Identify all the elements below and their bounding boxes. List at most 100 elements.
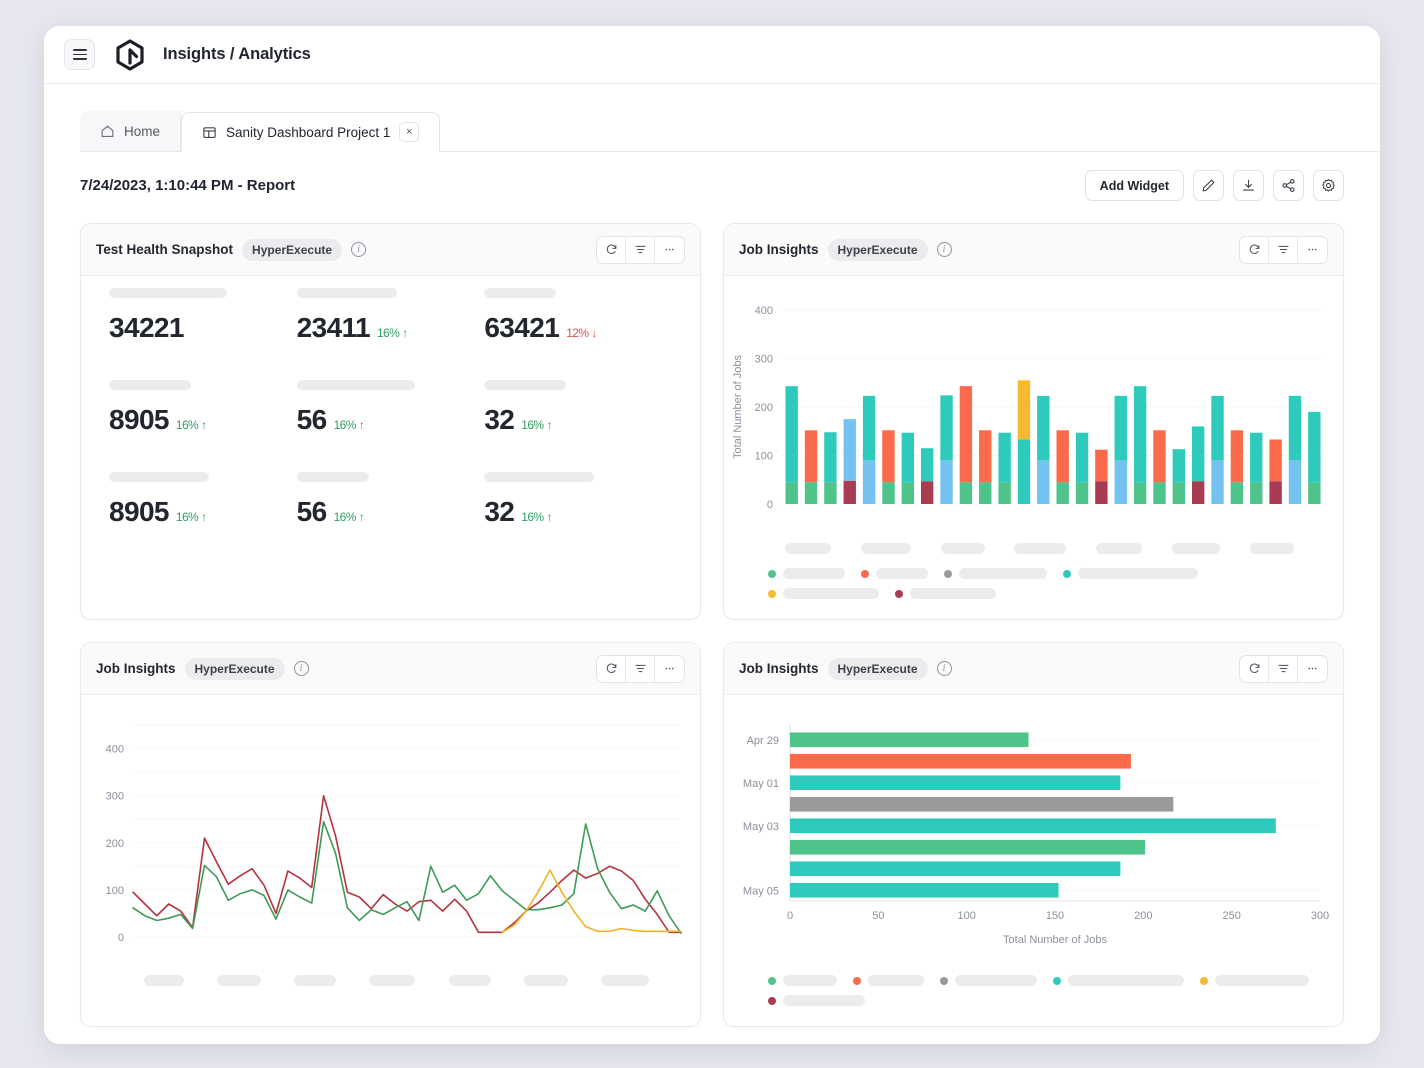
widget-header: Job Insights HyperExecute i	[81, 643, 700, 695]
download-button[interactable]	[1233, 170, 1264, 201]
metric-value: 6342112%↓	[484, 312, 672, 344]
refresh-button[interactable]	[1240, 237, 1269, 263]
add-widget-button[interactable]: Add Widget	[1085, 170, 1184, 201]
more-button[interactable]	[1298, 656, 1327, 682]
more-button[interactable]	[1298, 237, 1327, 263]
legend-item[interactable]	[853, 975, 924, 986]
chart-legend	[724, 961, 1343, 1026]
widget-title: Job Insights	[96, 661, 176, 676]
legend-item[interactable]	[768, 975, 837, 986]
metric-number: 32	[484, 496, 514, 528]
metric-delta: 16%↑	[377, 326, 408, 340]
widget-title: Test Health Snapshot	[96, 242, 233, 257]
x-tick-skeleton	[1250, 543, 1294, 554]
metric-value: 890516%↑	[109, 404, 297, 436]
metrics-container: 342212341116%↑6342112%↓890516%↑5616%↑321…	[81, 276, 700, 560]
legend-color-dot	[768, 570, 776, 578]
info-icon[interactable]: i	[351, 242, 366, 257]
share-button[interactable]	[1273, 170, 1304, 201]
legend-item[interactable]	[768, 995, 865, 1006]
metric-delta: 16%↑	[521, 418, 552, 432]
svg-text:50: 50	[872, 910, 884, 922]
hamburger-icon[interactable]	[64, 39, 95, 70]
svg-text:Total Number of Jobs: Total Number of Jobs	[732, 355, 744, 459]
svg-text:300: 300	[1311, 910, 1329, 922]
tab-home[interactable]: Home	[80, 111, 181, 151]
svg-text:300: 300	[755, 354, 773, 366]
filter-button[interactable]	[1269, 656, 1298, 682]
metric-delta: 12%↓	[566, 326, 597, 340]
legend-label-skeleton	[955, 975, 1037, 986]
widget-header: Job Insights HyperExecute i	[724, 224, 1343, 276]
legend-color-dot	[861, 570, 869, 578]
dashboard-icon	[202, 125, 217, 140]
svg-text:250: 250	[1222, 910, 1240, 922]
metric-number: 56	[297, 404, 327, 436]
metric-number: 23411	[297, 312, 370, 344]
x-tick-skeleton	[1172, 543, 1220, 554]
legend-item[interactable]	[1063, 568, 1198, 579]
legend-item[interactable]	[768, 568, 845, 579]
legend-item[interactable]	[895, 588, 996, 599]
legend-item[interactable]	[944, 568, 1047, 579]
chart-body: 0100200300400	[81, 695, 700, 1022]
tab-sanity-dashboard-project-1[interactable]: Sanity Dashboard Project 1 ×	[181, 112, 440, 152]
x-tick-skeleton	[601, 975, 649, 986]
svg-text:200: 200	[1134, 910, 1152, 922]
legend-color-dot	[768, 590, 776, 598]
filter-button[interactable]	[626, 237, 655, 263]
metric-row: 3422123411 16%↑ 6342112%↓	[109, 288, 672, 344]
legend-item[interactable]	[768, 588, 879, 599]
refresh-button[interactable]	[597, 237, 626, 263]
filter-button[interactable]	[626, 656, 655, 682]
info-icon[interactable]: i	[294, 661, 309, 676]
widget-test-health-snapshot: Test Health Snapshot HyperExecute i 3422…	[80, 223, 701, 620]
metric-label-skeleton	[109, 380, 191, 390]
svg-text:200: 200	[755, 402, 773, 414]
filter-button[interactable]	[1269, 237, 1298, 263]
refresh-button[interactable]	[1240, 656, 1269, 682]
metric-value: 23411 16%↑	[297, 312, 485, 344]
metric-label-skeleton	[109, 472, 209, 482]
close-icon[interactable]: ×	[399, 122, 419, 142]
chart-body: Apr 29May 01May 03May 050501001502002503…	[724, 695, 1343, 1026]
multi-line-chart[interactable]: 0100200300400	[81, 711, 700, 969]
widget-header: Test Health Snapshot HyperExecute i	[81, 224, 700, 276]
horizontal-bar-chart[interactable]: Apr 29May 01May 03May 050501001502002503…	[724, 711, 1343, 961]
legend-label-skeleton	[783, 568, 845, 579]
metric-label-skeleton	[484, 380, 566, 390]
metric-delta: 16%↑	[176, 510, 207, 524]
metric-tile: 34221	[109, 288, 297, 344]
x-tick-skeleton	[941, 543, 985, 554]
legend-item[interactable]	[940, 975, 1037, 986]
info-icon[interactable]: i	[937, 661, 952, 676]
info-icon[interactable]: i	[937, 242, 952, 257]
edit-button[interactable]	[1193, 170, 1224, 201]
metric-value: 34221	[109, 312, 297, 344]
top-bar: Insights / Analytics	[44, 26, 1380, 84]
widget-grid: Test Health Snapshot HyperExecute i 3422…	[44, 201, 1380, 1027]
legend-item[interactable]	[861, 568, 928, 579]
widget-title: Job Insights	[739, 242, 819, 257]
more-button[interactable]	[655, 656, 684, 682]
metric-delta: 16%↑	[334, 510, 365, 524]
settings-button[interactable]	[1313, 170, 1344, 201]
svg-text:0: 0	[787, 910, 793, 922]
legend-label-skeleton	[1215, 975, 1309, 986]
legend-label-skeleton	[868, 975, 924, 986]
metric-tile: 6342112%↓	[484, 288, 672, 344]
x-axis-skeleton-labels	[724, 537, 1343, 554]
metric-value: 3216%↑	[484, 404, 672, 436]
metric-label-skeleton	[484, 288, 556, 298]
stacked-bar-chart[interactable]: 0100200300400Total Number of Jobs	[724, 292, 1343, 537]
refresh-button[interactable]	[597, 656, 626, 682]
x-tick-skeleton	[1096, 543, 1142, 554]
legend-item[interactable]	[1053, 975, 1184, 986]
x-tick-skeleton	[785, 543, 831, 554]
legend-item[interactable]	[1200, 975, 1309, 986]
tab-home-label: Home	[124, 124, 160, 139]
widget-job-insights-line: Job Insights HyperExecute i 010020030040…	[80, 642, 701, 1027]
more-button[interactable]	[655, 237, 684, 263]
widget-job-insights-stacked-bar: Job Insights HyperExecute i 010020030040…	[723, 223, 1344, 620]
x-tick-skeleton	[294, 975, 336, 986]
